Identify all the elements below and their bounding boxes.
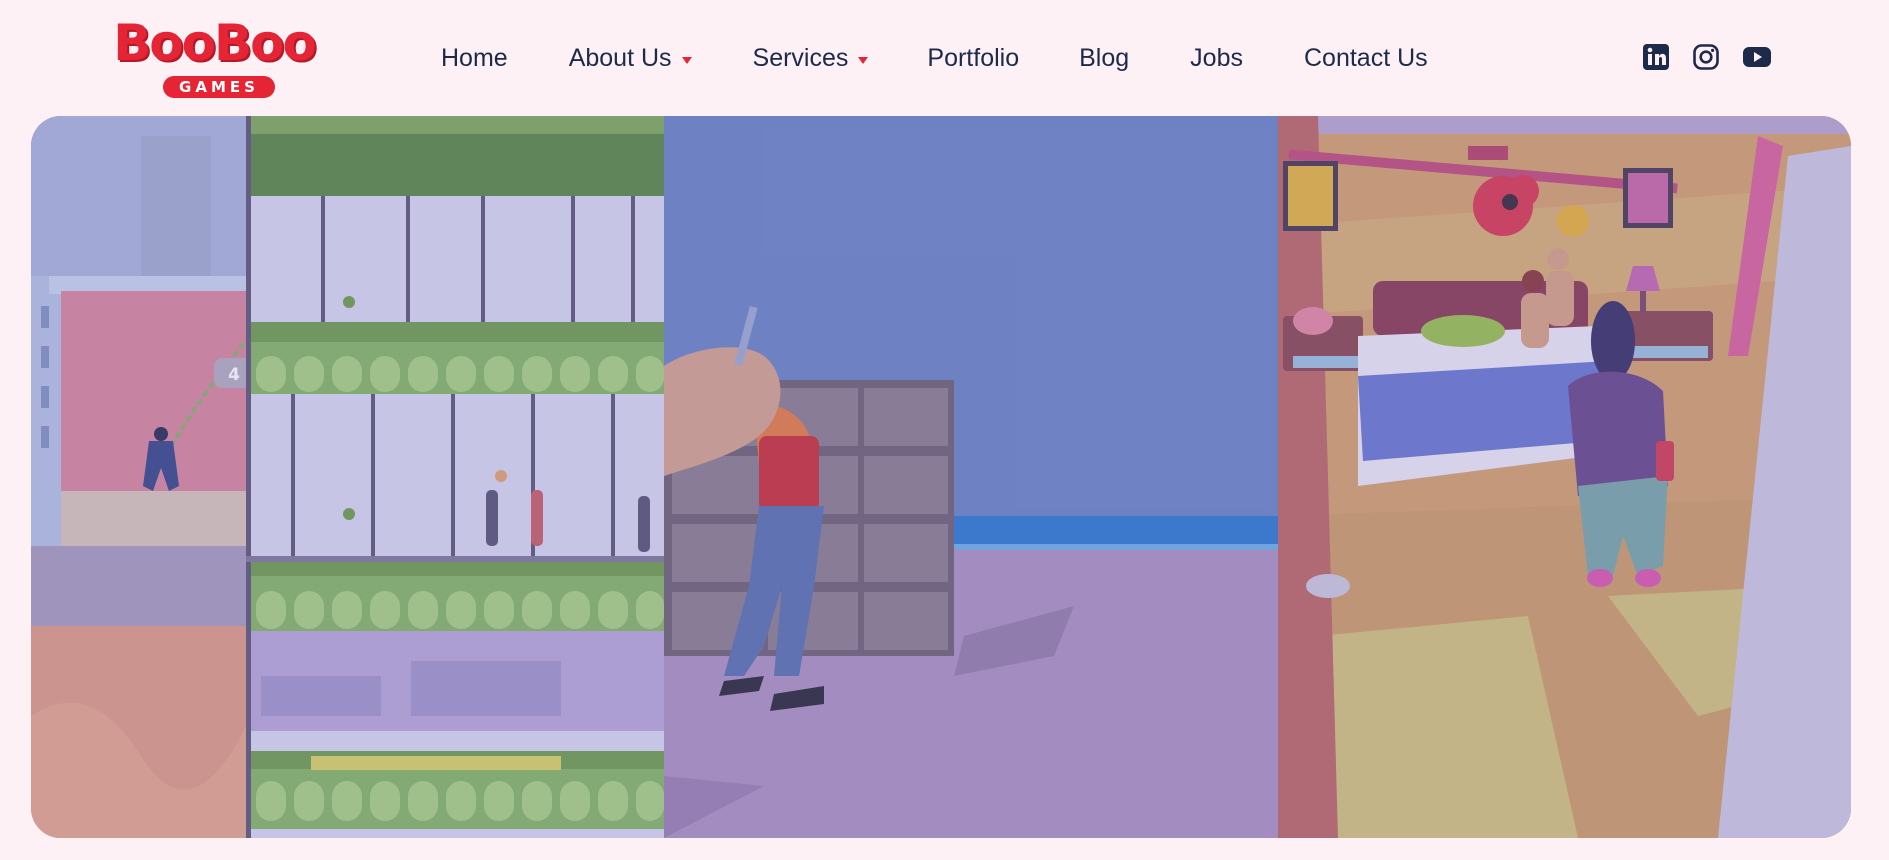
youtube-icon[interactable]: [1742, 43, 1772, 71]
nav-blog[interactable]: Blog: [1079, 40, 1129, 76]
hero-panel-bedroom: [1278, 116, 1851, 838]
nav-jobs-label: Jobs: [1190, 43, 1243, 72]
nav-home-label: Home: [441, 43, 508, 72]
nav-services[interactable]: Services: [753, 40, 869, 76]
caret-down-icon: [858, 56, 869, 64]
booboo-games-logo[interactable]: BooBoo GAMES: [106, 14, 322, 98]
nav-home[interactable]: Home: [441, 40, 508, 76]
nav-portfolio-label: Portfolio: [927, 43, 1020, 72]
hero-banner: 4: [31, 116, 1851, 838]
logo-wordmark: BooBoo: [113, 14, 317, 72]
instagram-icon[interactable]: [1692, 43, 1720, 71]
nav-portfolio[interactable]: Portfolio: [927, 40, 1019, 76]
nav-jobs[interactable]: Jobs: [1190, 40, 1243, 76]
nav-contact-us[interactable]: Contact Us: [1304, 40, 1428, 76]
nav-contact-us-label: Contact Us: [1303, 43, 1428, 72]
hero-panel-rope-swing: 4: [31, 116, 664, 838]
caret-down-icon: [681, 56, 692, 64]
hero-panel-knife-fighter: [664, 116, 1278, 838]
main-navigation: Home About Us Services Portfolio Blog Jo…: [441, 40, 1428, 76]
nav-services-label: Services: [752, 43, 849, 72]
linkedin-icon[interactable]: [1642, 43, 1670, 71]
nav-blog-label: Blog: [1079, 43, 1130, 72]
site-header: BooBoo GAMES Home About Us Services Port…: [0, 0, 1889, 116]
nav-about-us-label: About Us: [568, 43, 672, 72]
level-badge-number: 4: [228, 365, 240, 385]
nav-about-us[interactable]: About Us: [569, 40, 692, 76]
logo-subtitle: GAMES: [163, 76, 275, 98]
